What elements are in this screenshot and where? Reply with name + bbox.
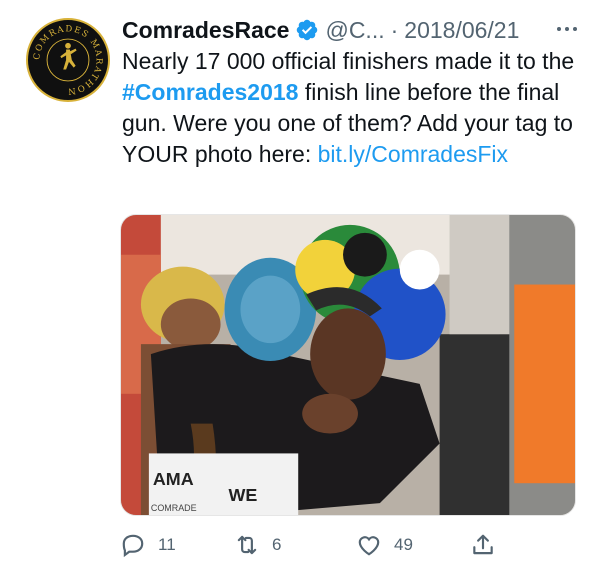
avatar[interactable]: COMRADES MARATHON [26, 18, 110, 102]
bib-text-1: AMA [153, 469, 194, 489]
tweet-photo[interactable]: AMA WE COMRADE [120, 214, 576, 516]
heart-icon [358, 536, 380, 556]
reply-button[interactable]: 11 [120, 532, 176, 558]
header-separator: · [390, 16, 399, 43]
share-icon [473, 534, 493, 555]
more-options-icon[interactable] [552, 16, 582, 42]
url-link[interactable]: bit.ly/ComradesFix [318, 141, 508, 167]
retweet-button[interactable]: 6 [234, 532, 281, 558]
photo-image: AMA WE COMRADE [121, 215, 575, 515]
tweet-header: ComradesRace @C... · 2018/06/21 [122, 12, 582, 48]
display-name[interactable]: ComradesRace [122, 17, 289, 44]
retweet-icon [237, 535, 257, 555]
retweet-count: 6 [272, 535, 282, 554]
tweet-date[interactable]: 2018/06/21 [404, 17, 519, 44]
tweet-actions: 11 6 49 [120, 526, 580, 566]
hashtag-link[interactable]: #Comrades2018 [122, 79, 298, 105]
tweet-card[interactable]: COMRADES MARATHON ComradesRace @C... · 2… [0, 0, 600, 572]
bib-text-3: COMRADE [151, 503, 197, 513]
verified-badge-icon [295, 18, 319, 42]
bib-text-2: WE [229, 485, 258, 505]
reply-count: 11 [158, 535, 176, 554]
like-button[interactable]: 49 [356, 532, 413, 558]
user-handle[interactable]: @C... [325, 17, 384, 44]
like-count: 49 [394, 535, 413, 554]
reply-icon [122, 534, 144, 558]
tweet-text: Nearly 17 000 official finishers made it… [122, 46, 584, 170]
tweet-text-part: Nearly 17 000 official finishers made it… [122, 48, 575, 74]
comrades-logo-icon: COMRADES MARATHON [29, 21, 107, 99]
share-button[interactable] [470, 532, 496, 558]
